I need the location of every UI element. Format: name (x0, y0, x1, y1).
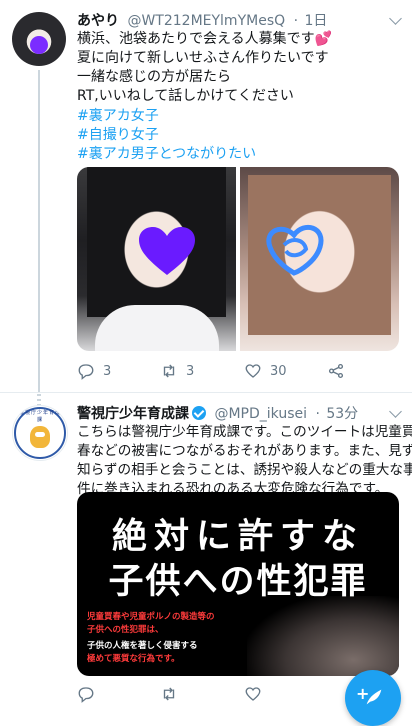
heart-emoji: 💕 (314, 31, 333, 47)
separator: · (293, 13, 299, 29)
reply-count: 3 (103, 363, 112, 379)
photo-right[interactable] (240, 167, 399, 351)
like-icon (245, 687, 261, 701)
avatar[interactable] (12, 12, 66, 66)
banner-headline: 絶対に許すな (111, 517, 364, 557)
tweet-ayari[interactable]: あやり @WT212MEYlmYMesQ · 1日 横浜、池袋あたりで会える人募… (0, 0, 412, 392)
avatar-badge-text: 警視庁少年育成課 (18, 410, 61, 423)
photo-sweater (95, 305, 219, 351)
compose-icon (366, 689, 382, 705)
tweet-line: 知らずの相手と会うことは、誘拐や殺人などの重大な事 (77, 462, 412, 478)
tweet-line: 横浜、池袋あたりで会える人募集です (77, 31, 315, 47)
separator: · (315, 406, 320, 422)
retweet-icon (163, 364, 175, 378)
retweet-icon (163, 687, 175, 701)
tweet-time[interactable]: 1日 (305, 13, 328, 29)
hashtag-link[interactable]: #裏アカ女子 (77, 107, 399, 126)
tweet-header: あやり @WT212MEYlmYMesQ · 1日 (77, 10, 372, 29)
tweet-line: 春などの被害につながるおそれがあります。また、見ず (77, 443, 412, 459)
tweet-actions (77, 684, 377, 706)
tweet-media-banner[interactable]: 絶対に許すな 子供への性犯罪 児童買春や児童ポルノの製造等の 子供への性犯罪は、… (77, 492, 399, 676)
tweet-line: こちらは警視庁少年育成課です。このツイートは児童買 (77, 424, 412, 440)
like-icon (245, 364, 261, 378)
tweet-header: 警視庁少年育成課 @MPD_ikusei · 53分 (77, 403, 372, 422)
thread-line (38, 70, 40, 392)
share-icon (328, 363, 344, 379)
tweet-line: 夏に向けて新しいせふさん作りたいです (77, 50, 329, 66)
display-name[interactable]: あやり (77, 13, 119, 29)
tweet-media[interactable] (77, 167, 399, 351)
heart-censor-icon (139, 227, 195, 275)
like-button[interactable]: 30 (244, 361, 287, 381)
user-handle[interactable]: @MPD_ikusei (214, 406, 307, 422)
tweet-line: 一緒な感じの方が居たら (77, 69, 231, 85)
verified-badge-icon (192, 406, 206, 420)
avatar-censor-mark (30, 36, 48, 54)
user-handle[interactable]: @WT212MEYlmYMesQ (127, 13, 285, 29)
share-button[interactable] (327, 361, 345, 381)
like-count: 30 (270, 363, 287, 379)
banner-warning-line: 子供の人権を著しく侵害する (87, 641, 198, 651)
reply-icon (78, 687, 94, 703)
tweet-line: RT,いいねして話しかけてください (77, 88, 294, 104)
hashtag-link[interactable]: #裏アカ男子とつながりたい (77, 145, 399, 164)
scribble-censor-icon (266, 224, 324, 276)
hashtag-link[interactable]: #自撮り女子 (77, 126, 399, 145)
hashtag-list: #裏アカ女子 #自撮り女子 #裏アカ男子とつながりたい (77, 107, 399, 164)
compose-tweet-button[interactable]: + (345, 670, 401, 726)
reply-button[interactable] (77, 684, 95, 704)
avatar[interactable]: 警視庁少年育成課 (12, 405, 68, 461)
reply-button[interactable]: 3 (77, 361, 111, 381)
photo-left[interactable] (77, 167, 236, 351)
retweet-button[interactable]: 3 (160, 361, 194, 381)
banner-warning-line: 児童買春や児童ポルノの製造等の (87, 612, 215, 622)
display-name[interactable]: 警視庁少年育成課 (77, 406, 189, 422)
chevron-down-icon[interactable] (389, 405, 402, 418)
banner-subheadline: 子供への性犯罪 (108, 562, 368, 602)
banner-photo (247, 596, 399, 676)
reply-icon (78, 364, 94, 380)
retweet-count: 3 (186, 363, 195, 379)
tweet-text: 横浜、池袋あたりで会える人募集です💕 夏に向けて新しいせふさん作りたいです 一緒… (77, 30, 399, 106)
mascot-icon (30, 426, 50, 448)
banner-warning-line: 極めて悪質な行為です。 (87, 654, 180, 664)
retweet-button[interactable] (160, 684, 178, 704)
like-button[interactable] (244, 684, 262, 704)
tweet-text: こちらは警視庁少年育成課です。このツイートは児童買 春などの被害につながるおそれ… (77, 423, 412, 499)
chevron-down-icon[interactable] (389, 12, 402, 25)
tweet-time[interactable]: 53分 (326, 406, 358, 422)
banner-warning-line: 子供への性犯罪は、 (87, 625, 164, 635)
tweet-actions: 3 3 30 (77, 361, 377, 383)
tweet-mpd-ikusei[interactable]: 警視庁少年育成課 警視庁少年育成課 @MPD_ikusei · 53分 こちらは… (0, 392, 412, 716)
